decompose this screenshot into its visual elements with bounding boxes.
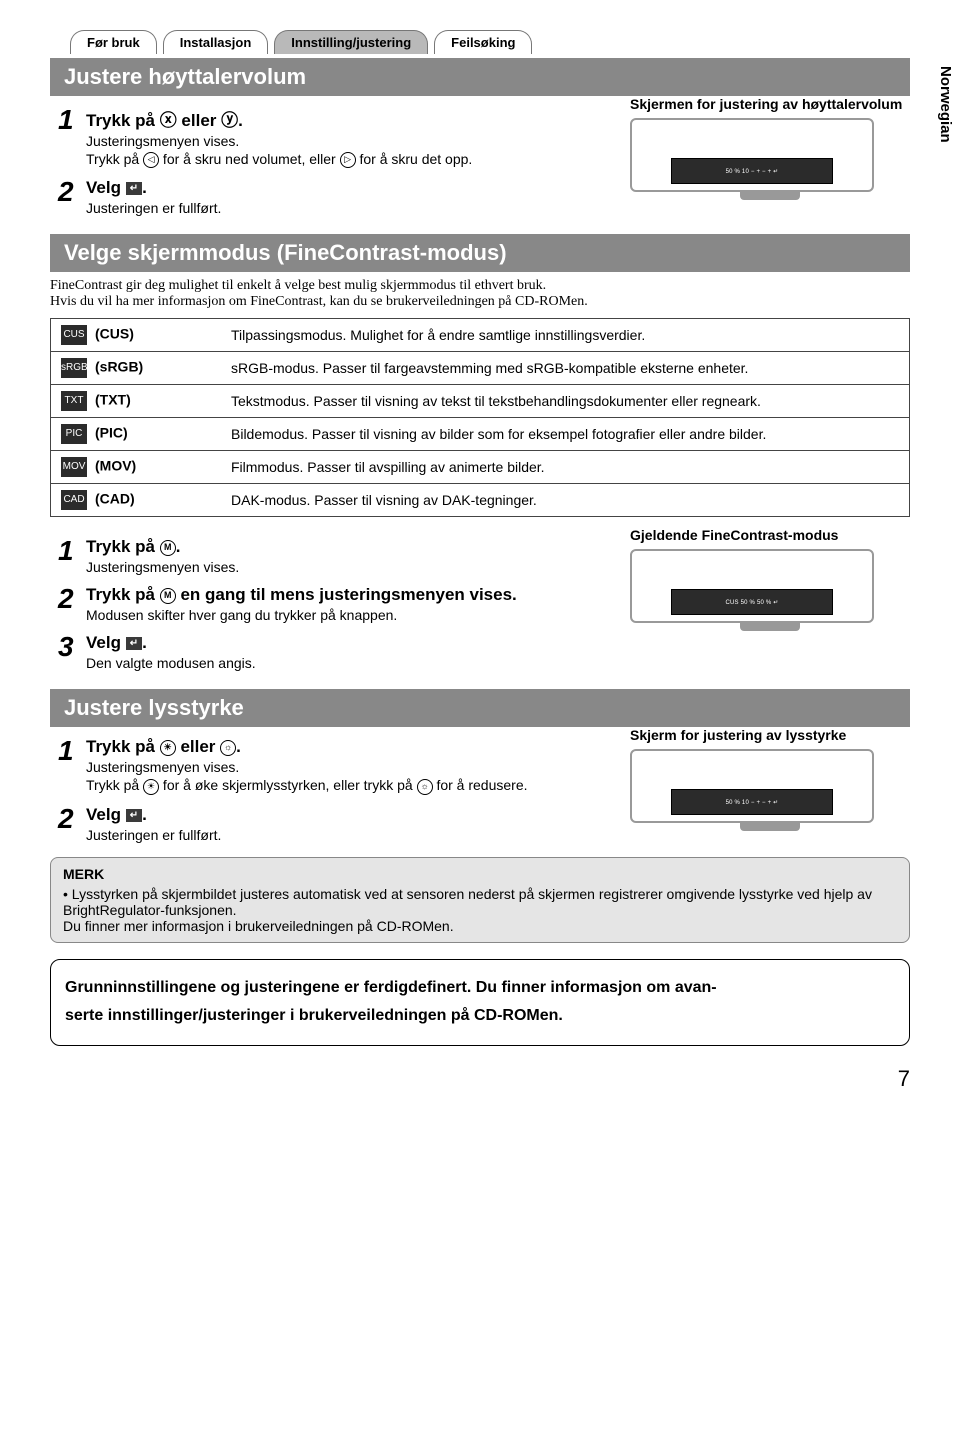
fc-step3-sub: Den valgte modusen angis. [86, 655, 610, 671]
table-row: MOV (MOV) Filmmodus. Passer til avspillin… [51, 451, 910, 484]
tab-installation[interactable]: Installasjon [163, 30, 269, 54]
step1-title-text: Trykk på ⓧ eller ⓨ. [86, 111, 243, 130]
step-number: 1 [58, 737, 86, 765]
language-label: Norwegian [937, 66, 954, 143]
page-number: 7 [50, 1066, 910, 1092]
section-title-volume: Justere høyttalervolum [50, 58, 910, 96]
section-title-finecontrast: Velge skjermmodus (FineContrast-modus) [50, 234, 910, 272]
brightness-up-icon: ☀ [160, 740, 176, 756]
brightness-screen-label: Skjerm for justering av lysstyrke [630, 727, 910, 743]
step-number: 2 [58, 585, 86, 613]
enter-icon: ↵ [126, 182, 142, 195]
final-box: Grunninnstillingene og justeringene er f… [50, 959, 910, 1047]
brightness-up-icon: ☀ [143, 779, 159, 795]
mode-table: CUS (CUS) Tilpassingsmodus. Mulighet for … [50, 318, 910, 517]
tab-before-use[interactable]: Før bruk [70, 30, 157, 54]
br-step1-title: Trykk på ☀ eller ☼. [86, 737, 610, 757]
note-box: MERK • Lysstyrken på skjermbildet juster… [50, 857, 910, 943]
mode-button-icon: M [160, 588, 176, 604]
br-step1-sub2: Trykk på ☀ for å øke skjermlysstyrken, e… [86, 777, 610, 794]
step1-sub: Justeringsmenyen vises. [86, 133, 610, 149]
mode-label: (TXT) [95, 392, 131, 408]
table-row: CAD (CAD) DAK-modus. Passer til visning a… [51, 484, 910, 517]
step-number: 3 [58, 633, 86, 661]
srgb-icon: sRGB [61, 358, 87, 378]
tab-troubleshoot[interactable]: Feilsøking [434, 30, 532, 54]
mode-desc: Bildemodus. Passer til visning av bilder… [221, 418, 910, 451]
step2-sub: Justeringen er fullført. [86, 200, 610, 216]
osd-volume: 50 % 10 − + − + ↵ [671, 158, 833, 184]
mode-label: (CAD) [95, 491, 135, 507]
enter-icon: ↵ [126, 637, 142, 650]
section-title-brightness: Justere lysstyrke [50, 689, 910, 727]
step1-sub2: Trykk på ◁ for å skru ned volumet, eller… [86, 151, 610, 168]
step1-title: Trykk på ⓧ eller ⓨ. [86, 106, 610, 131]
mode-label: (PIC) [95, 425, 128, 441]
step-number: 2 [58, 178, 86, 206]
txt-icon: TXT [61, 391, 87, 411]
mode-label: (MOV) [95, 458, 136, 474]
mode-label: (CUS) [95, 326, 134, 342]
vol-down-icon: ◁ [143, 152, 159, 168]
monitor-volume: 50 % 10 − + − + ↵ [630, 118, 874, 192]
mode-desc: DAK-modus. Passer til visning av DAK-teg… [221, 484, 910, 517]
mov-icon: MOV [61, 457, 87, 477]
table-row: sRGB (sRGB) sRGB-modus. Passer til fargea… [51, 352, 910, 385]
br-step2-sub: Justeringen er fullført. [86, 827, 610, 843]
brightness-down-icon: ☼ [417, 779, 433, 795]
table-row: CUS (CUS) Tilpassingsmodus. Mulighet for … [51, 319, 910, 352]
monitor-brightness: 50 % 10 − + − + ↵ [630, 749, 874, 823]
brightness-down-icon: ☼ [220, 740, 236, 756]
finecontrast-intro: FineContrast gir deg mulighet til enkelt… [50, 278, 910, 310]
table-row: PIC (PIC) Bildemodus. Passer til visning … [51, 418, 910, 451]
osd-brightness: 50 % 10 − + − + ↵ [671, 789, 833, 815]
pic-icon: PIC [61, 424, 87, 444]
br-step1-sub: Justeringsmenyen vises. [86, 759, 610, 775]
table-row: TXT (TXT) Tekstmodus. Passer til visning … [51, 385, 910, 418]
mode-button-icon: M [160, 540, 176, 556]
note-title: MERK [63, 866, 897, 882]
osd-finecontrast: CUS 50 % 50 % ↵ [671, 589, 833, 615]
mode-desc: Tilpassingsmodus. Mulighet for å endre s… [221, 319, 910, 352]
mode-desc: Filmmodus. Passer til avspilling av anim… [221, 451, 910, 484]
note-body: • Lysstyrken på skjermbildet justeres au… [63, 886, 897, 934]
monitor-finecontrast: CUS 50 % 50 % ↵ [630, 549, 874, 623]
finecontrast-screen-label: Gjeldende FineContrast-modus [630, 527, 910, 543]
enter-icon: ↵ [126, 809, 142, 822]
fc-step1-sub: Justeringsmenyen vises. [86, 559, 610, 575]
cus-icon: CUS [61, 325, 87, 345]
step-number: 1 [58, 537, 86, 565]
vol-up-icon: ▷ [340, 152, 356, 168]
step-number: 1 [58, 106, 86, 134]
step2-title: Velg ↵. [86, 178, 610, 198]
mode-desc: sRGB-modus. Passer til fargeavstemming m… [221, 352, 910, 385]
mode-label: (sRGB) [95, 359, 143, 375]
cad-icon: CAD [61, 490, 87, 510]
fc-step3-title: Velg ↵. [86, 633, 610, 653]
fc-step2-sub: Modusen skifter hver gang du trykker på … [86, 607, 610, 623]
fc-step1-title: Trykk på M. [86, 537, 610, 557]
tab-settings[interactable]: Innstilling/justering [274, 30, 428, 54]
mode-desc: Tekstmodus. Passer til visning av tekst … [221, 385, 910, 418]
volume-screen-label: Skjermen for justering av høyttalervolum [630, 96, 910, 112]
br-step2-title: Velg ↵. [86, 805, 610, 825]
step-number: 2 [58, 805, 86, 833]
fc-step2-title: Trykk på M en gang til mens justeringsme… [86, 585, 610, 605]
